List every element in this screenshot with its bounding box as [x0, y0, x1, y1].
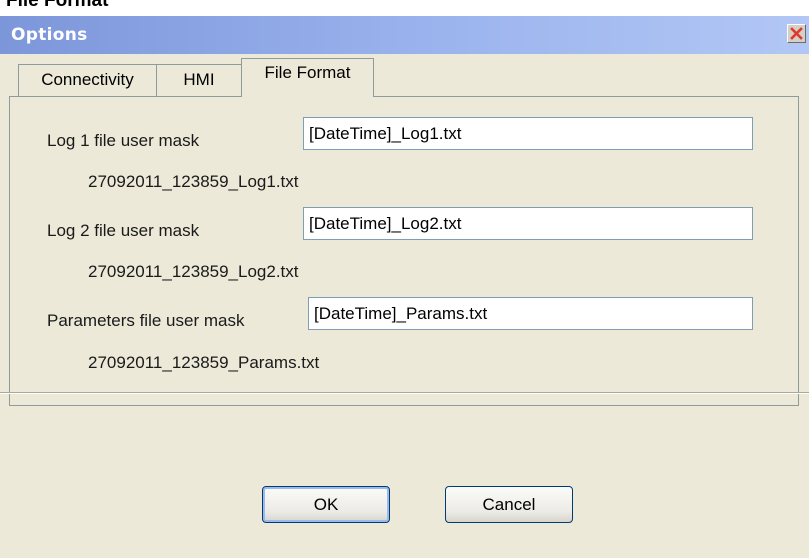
tab-hmi-label: HMI	[183, 70, 215, 89]
file-format-panel: Log 1 file user mask 27092011_123859_Log…	[9, 96, 799, 406]
title-bar[interactable]: Options	[0, 16, 809, 54]
tab-file-format[interactable]: File Format	[241, 58, 374, 97]
panel-top-border	[9, 96, 799, 97]
params-mask-preview: 27092011_123859_Params.txt	[88, 353, 320, 372]
tab-connectivity[interactable]: Connectivity	[18, 64, 157, 96]
dialog-title: Options	[11, 25, 88, 45]
params-mask-input[interactable]	[308, 297, 753, 330]
tab-connectivity-label: Connectivity	[41, 70, 134, 89]
params-mask-label: Parameters file user mask	[47, 311, 245, 330]
options-dialog: Options Connectivity HMI File Format Log…	[0, 16, 809, 558]
log2-mask-preview: 27092011_123859_Log2.txt	[88, 262, 299, 281]
cancel-button[interactable]: Cancel	[445, 486, 573, 523]
log1-mask-input[interactable]	[303, 117, 753, 150]
close-icon	[790, 27, 803, 40]
log1-mask-preview: 27092011_123859_Log1.txt	[88, 172, 299, 191]
page-heading: File Format	[6, 0, 109, 11]
tab-file-format-label: File Format	[264, 63, 351, 82]
dialog-separator	[0, 392, 809, 394]
log2-mask-label: Log 2 file user mask	[47, 221, 200, 240]
ok-button[interactable]: OK	[262, 486, 390, 523]
log1-mask-label: Log 1 file user mask	[47, 131, 200, 150]
tab-hmi[interactable]: HMI	[156, 64, 242, 96]
tab-strip: Connectivity HMI File Format	[0, 54, 809, 97]
close-button[interactable]	[787, 24, 806, 43]
log2-mask-input[interactable]	[303, 207, 753, 240]
